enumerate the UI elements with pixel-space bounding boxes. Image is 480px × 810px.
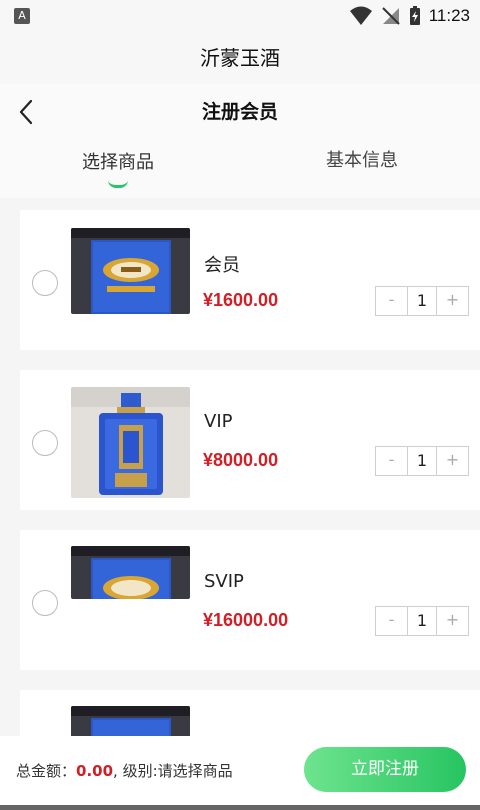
battery-charging-icon — [409, 6, 420, 25]
tab-basic-info[interactable]: 基本信息 — [306, 140, 418, 198]
app-title: 沂蒙玉酒 — [200, 46, 280, 70]
product-image — [71, 387, 190, 498]
tab-select-products[interactable]: 选择商品 — [62, 140, 174, 198]
no-signal-icon — [382, 7, 400, 25]
product-price: ¥8000.00 — [203, 450, 279, 470]
status-icons: 11:23 — [349, 4, 470, 28]
system-nav-bar — [0, 805, 480, 810]
product-card: VIP ¥8000.00 - 1 + — [20, 370, 480, 510]
nav-bar: 注册会员 — [0, 84, 480, 140]
page-title: 注册会员 — [201, 101, 278, 123]
product-list[interactable]: 会员 ¥1600.00 - 1 + VIP ¥8000.00 - 1 + SVI… — [0, 198, 480, 736]
product-image — [71, 228, 190, 314]
checkout-bar: 总金额：0.00, 级别:请选择商品 立即注册 — [0, 736, 480, 810]
product-price: ¥1600.00 — [203, 290, 279, 310]
back-button[interactable] — [8, 94, 44, 130]
select-radio[interactable] — [32, 590, 58, 616]
quantity-value[interactable]: 1 — [407, 287, 437, 315]
quantity-value[interactable]: 1 — [407, 607, 437, 635]
increment-button[interactable]: + — [437, 287, 468, 315]
product-image — [71, 546, 190, 599]
product-card: 会员 ¥1600.00 - 1 + — [20, 210, 480, 350]
status-bar: A 11:23 — [0, 0, 480, 32]
product-price: ¥16000.00 — [203, 610, 289, 630]
select-radio[interactable] — [32, 270, 58, 296]
product-card: SVIP ¥16000.00 - 1 + — [20, 530, 480, 670]
product-name: 会员 — [204, 255, 240, 276]
total-amount: 0.00 — [76, 762, 114, 780]
total-label: 总金额： — [16, 762, 77, 780]
level-text: , 级别:请选择商品 — [113, 762, 233, 780]
quantity-stepper: - 1 + — [375, 286, 469, 316]
decrement-button[interactable]: - — [376, 607, 407, 635]
notification-app-icon: A — [14, 8, 30, 24]
product-name: SVIP — [204, 571, 244, 592]
register-button[interactable]: 立即注册 — [304, 747, 466, 792]
increment-button[interactable]: + — [437, 447, 468, 475]
chevron-left-icon — [19, 99, 33, 125]
tab-bar: 选择商品 基本信息 — [0, 140, 480, 198]
product-name: VIP — [204, 411, 233, 432]
total-summary: 总金额：0.00, 级别:请选择商品 — [16, 760, 233, 781]
quantity-stepper: - 1 + — [375, 606, 469, 636]
product-card — [20, 690, 480, 736]
quantity-stepper: - 1 + — [375, 446, 469, 476]
decrement-button[interactable]: - — [376, 447, 407, 475]
product-image — [71, 706, 190, 736]
tab-label: 基本信息 — [326, 150, 398, 171]
select-radio[interactable] — [32, 430, 58, 456]
active-tab-indicator — [108, 180, 128, 188]
decrement-button[interactable]: - — [376, 287, 407, 315]
wifi-icon — [349, 6, 372, 25]
quantity-value[interactable]: 1 — [407, 447, 437, 475]
app-titlebar: 沂蒙玉酒 — [0, 32, 480, 84]
increment-button[interactable]: + — [437, 607, 468, 635]
clock: 11:23 — [428, 6, 470, 25]
